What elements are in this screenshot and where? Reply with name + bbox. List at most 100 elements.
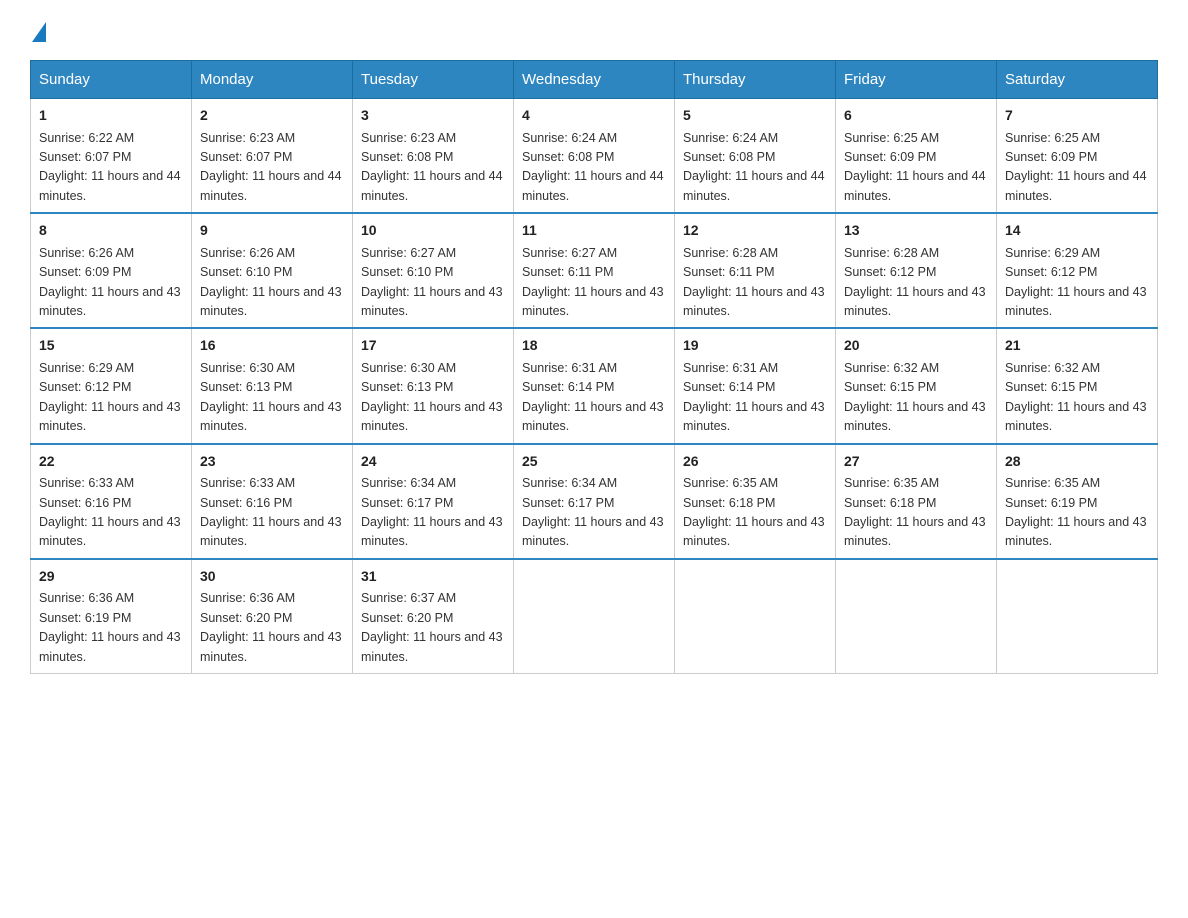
- sunrise-label: Sunrise: 6:26 AM: [39, 246, 134, 260]
- calendar-week-row: 1 Sunrise: 6:22 AM Sunset: 6:07 PM Dayli…: [31, 99, 1158, 214]
- daylight-label: Daylight: 11 hours and 44 minutes.: [522, 169, 664, 202]
- sunrise-label: Sunrise: 6:33 AM: [200, 476, 295, 490]
- daylight-label: Daylight: 11 hours and 43 minutes.: [200, 630, 342, 663]
- sunrise-label: Sunrise: 6:25 AM: [844, 131, 939, 145]
- sunrise-label: Sunrise: 6:28 AM: [844, 246, 939, 260]
- calendar-table: SundayMondayTuesdayWednesdayThursdayFrid…: [30, 60, 1158, 674]
- daylight-label: Daylight: 11 hours and 43 minutes.: [522, 285, 664, 318]
- calendar-cell: 7 Sunrise: 6:25 AM Sunset: 6:09 PM Dayli…: [997, 99, 1158, 214]
- daylight-label: Daylight: 11 hours and 43 minutes.: [844, 400, 986, 433]
- day-number: 9: [200, 220, 344, 242]
- day-number: 14: [1005, 220, 1149, 242]
- daylight-label: Daylight: 11 hours and 43 minutes.: [683, 285, 825, 318]
- calendar-cell: 26 Sunrise: 6:35 AM Sunset: 6:18 PM Dayl…: [675, 444, 836, 559]
- daylight-label: Daylight: 11 hours and 43 minutes.: [683, 400, 825, 433]
- calendar-cell: 5 Sunrise: 6:24 AM Sunset: 6:08 PM Dayli…: [675, 99, 836, 214]
- daylight-label: Daylight: 11 hours and 43 minutes.: [844, 285, 986, 318]
- sunrise-label: Sunrise: 6:36 AM: [39, 591, 134, 605]
- day-number: 1: [39, 105, 183, 127]
- daylight-label: Daylight: 11 hours and 43 minutes.: [39, 630, 181, 663]
- sunrise-label: Sunrise: 6:34 AM: [522, 476, 617, 490]
- sunrise-label: Sunrise: 6:31 AM: [522, 361, 617, 375]
- day-header-saturday: Saturday: [997, 61, 1158, 99]
- sunrise-label: Sunrise: 6:35 AM: [683, 476, 778, 490]
- sunset-label: Sunset: 6:13 PM: [361, 380, 453, 394]
- day-number: 23: [200, 451, 344, 473]
- sunset-label: Sunset: 6:19 PM: [1005, 496, 1097, 510]
- sunrise-label: Sunrise: 6:37 AM: [361, 591, 456, 605]
- sunrise-label: Sunrise: 6:26 AM: [200, 246, 295, 260]
- day-number: 27: [844, 451, 988, 473]
- calendar-cell: 6 Sunrise: 6:25 AM Sunset: 6:09 PM Dayli…: [836, 99, 997, 214]
- calendar-cell: 28 Sunrise: 6:35 AM Sunset: 6:19 PM Dayl…: [997, 444, 1158, 559]
- calendar-cell: 21 Sunrise: 6:32 AM Sunset: 6:15 PM Dayl…: [997, 328, 1158, 443]
- calendar-cell: 25 Sunrise: 6:34 AM Sunset: 6:17 PM Dayl…: [514, 444, 675, 559]
- day-header-tuesday: Tuesday: [353, 61, 514, 99]
- day-number: 22: [39, 451, 183, 473]
- daylight-label: Daylight: 11 hours and 43 minutes.: [522, 400, 664, 433]
- day-header-monday: Monday: [192, 61, 353, 99]
- day-header-wednesday: Wednesday: [514, 61, 675, 99]
- sunset-label: Sunset: 6:12 PM: [1005, 265, 1097, 279]
- day-number: 25: [522, 451, 666, 473]
- daylight-label: Daylight: 11 hours and 44 minutes.: [844, 169, 986, 202]
- calendar-cell: [675, 559, 836, 674]
- daylight-label: Daylight: 11 hours and 44 minutes.: [361, 169, 503, 202]
- calendar-week-row: 22 Sunrise: 6:33 AM Sunset: 6:16 PM Dayl…: [31, 444, 1158, 559]
- logo-triangle-icon: [32, 22, 46, 42]
- day-number: 15: [39, 335, 183, 357]
- sunrise-label: Sunrise: 6:34 AM: [361, 476, 456, 490]
- day-number: 8: [39, 220, 183, 242]
- calendar-cell: 31 Sunrise: 6:37 AM Sunset: 6:20 PM Dayl…: [353, 559, 514, 674]
- daylight-label: Daylight: 11 hours and 44 minutes.: [683, 169, 825, 202]
- sunset-label: Sunset: 6:13 PM: [200, 380, 292, 394]
- calendar-cell: 9 Sunrise: 6:26 AM Sunset: 6:10 PM Dayli…: [192, 213, 353, 328]
- day-header-friday: Friday: [836, 61, 997, 99]
- sunrise-label: Sunrise: 6:29 AM: [39, 361, 134, 375]
- daylight-label: Daylight: 11 hours and 43 minutes.: [361, 285, 503, 318]
- sunrise-label: Sunrise: 6:32 AM: [1005, 361, 1100, 375]
- sunrise-label: Sunrise: 6:22 AM: [39, 131, 134, 145]
- calendar-cell: 14 Sunrise: 6:29 AM Sunset: 6:12 PM Dayl…: [997, 213, 1158, 328]
- sunset-label: Sunset: 6:17 PM: [522, 496, 614, 510]
- sunset-label: Sunset: 6:08 PM: [361, 150, 453, 164]
- sunset-label: Sunset: 6:14 PM: [683, 380, 775, 394]
- day-number: 18: [522, 335, 666, 357]
- calendar-cell: 19 Sunrise: 6:31 AM Sunset: 6:14 PM Dayl…: [675, 328, 836, 443]
- calendar-cell: 23 Sunrise: 6:33 AM Sunset: 6:16 PM Dayl…: [192, 444, 353, 559]
- daylight-label: Daylight: 11 hours and 43 minutes.: [1005, 400, 1147, 433]
- calendar-cell: 1 Sunrise: 6:22 AM Sunset: 6:07 PM Dayli…: [31, 99, 192, 214]
- day-number: 11: [522, 220, 666, 242]
- day-number: 4: [522, 105, 666, 127]
- daylight-label: Daylight: 11 hours and 43 minutes.: [39, 515, 181, 548]
- calendar-week-row: 8 Sunrise: 6:26 AM Sunset: 6:09 PM Dayli…: [31, 213, 1158, 328]
- calendar-week-row: 15 Sunrise: 6:29 AM Sunset: 6:12 PM Dayl…: [31, 328, 1158, 443]
- sunset-label: Sunset: 6:09 PM: [39, 265, 131, 279]
- day-number: 6: [844, 105, 988, 127]
- calendar-cell: 10 Sunrise: 6:27 AM Sunset: 6:10 PM Dayl…: [353, 213, 514, 328]
- daylight-label: Daylight: 11 hours and 43 minutes.: [522, 515, 664, 548]
- sunset-label: Sunset: 6:17 PM: [361, 496, 453, 510]
- sunrise-label: Sunrise: 6:30 AM: [200, 361, 295, 375]
- calendar-cell: 3 Sunrise: 6:23 AM Sunset: 6:08 PM Dayli…: [353, 99, 514, 214]
- sunset-label: Sunset: 6:07 PM: [39, 150, 131, 164]
- day-number: 5: [683, 105, 827, 127]
- daylight-label: Daylight: 11 hours and 43 minutes.: [361, 630, 503, 663]
- daylight-label: Daylight: 11 hours and 43 minutes.: [39, 400, 181, 433]
- sunset-label: Sunset: 6:07 PM: [200, 150, 292, 164]
- daylight-label: Daylight: 11 hours and 44 minutes.: [39, 169, 181, 202]
- sunrise-label: Sunrise: 6:23 AM: [200, 131, 295, 145]
- sunset-label: Sunset: 6:09 PM: [844, 150, 936, 164]
- day-number: 31: [361, 566, 505, 588]
- sunrise-label: Sunrise: 6:36 AM: [200, 591, 295, 605]
- calendar-cell: 11 Sunrise: 6:27 AM Sunset: 6:11 PM Dayl…: [514, 213, 675, 328]
- sunset-label: Sunset: 6:15 PM: [1005, 380, 1097, 394]
- sunrise-label: Sunrise: 6:27 AM: [361, 246, 456, 260]
- sunset-label: Sunset: 6:16 PM: [39, 496, 131, 510]
- sunset-label: Sunset: 6:14 PM: [522, 380, 614, 394]
- sunrise-label: Sunrise: 6:28 AM: [683, 246, 778, 260]
- day-number: 21: [1005, 335, 1149, 357]
- calendar-cell: 18 Sunrise: 6:31 AM Sunset: 6:14 PM Dayl…: [514, 328, 675, 443]
- day-number: 26: [683, 451, 827, 473]
- calendar-cell: 29 Sunrise: 6:36 AM Sunset: 6:19 PM Dayl…: [31, 559, 192, 674]
